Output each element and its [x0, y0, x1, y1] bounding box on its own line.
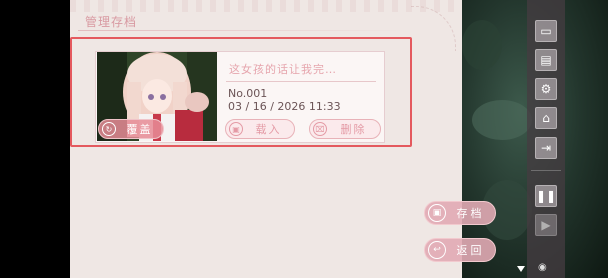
back-button[interactable]: ↩ 返回 [424, 238, 496, 262]
pause-icon[interactable]: ❚❚ [535, 185, 557, 207]
home-icon[interactable]: ⌂ [535, 107, 557, 129]
page-title: 管理存档 [85, 15, 138, 29]
refresh-icon: ↻ [102, 122, 116, 136]
exit-icon[interactable]: ⇥ [535, 137, 557, 159]
save-disk-icon: ▣ [428, 204, 446, 222]
overwrite-label: 覆盖 [126, 123, 153, 136]
load-button[interactable]: ▣ 载入 [225, 119, 295, 139]
save-button[interactable]: ▣ 存档 [424, 201, 496, 225]
load-label: 载入 [255, 123, 282, 136]
title-divider [78, 30, 408, 31]
load-icon: ▣ [229, 122, 243, 136]
slot-datetime: 03 / 16 / 2026 11:33 [228, 100, 341, 113]
overwrite-button[interactable]: ↻ 覆盖 [98, 119, 164, 139]
advance-triangle-icon [517, 266, 525, 272]
play-icon[interactable]: ▶ [535, 214, 557, 236]
save-label: 存档 [456, 207, 485, 220]
back-label: 返回 [456, 244, 485, 257]
gear-icon[interactable]: ⚙ [535, 78, 557, 100]
trash-icon: ⌧ [313, 122, 327, 136]
delete-button[interactable]: ⌧ 删除 [309, 119, 381, 139]
back-arrow-icon: ↩ [428, 241, 446, 259]
slot-number: No.001 [228, 87, 268, 100]
slot-title-divider [226, 81, 376, 82]
corner-decoration [411, 6, 456, 51]
letterbox-left [0, 0, 70, 278]
save-icon[interactable]: ▭ [535, 20, 557, 42]
sidebar-divider [531, 170, 561, 171]
book-icon[interactable]: ▤ [535, 49, 557, 71]
delete-label: 删除 [340, 123, 367, 136]
slot-title: 这女孩的话让我完… [229, 63, 337, 76]
eye-icon[interactable]: ◉ [538, 262, 547, 273]
